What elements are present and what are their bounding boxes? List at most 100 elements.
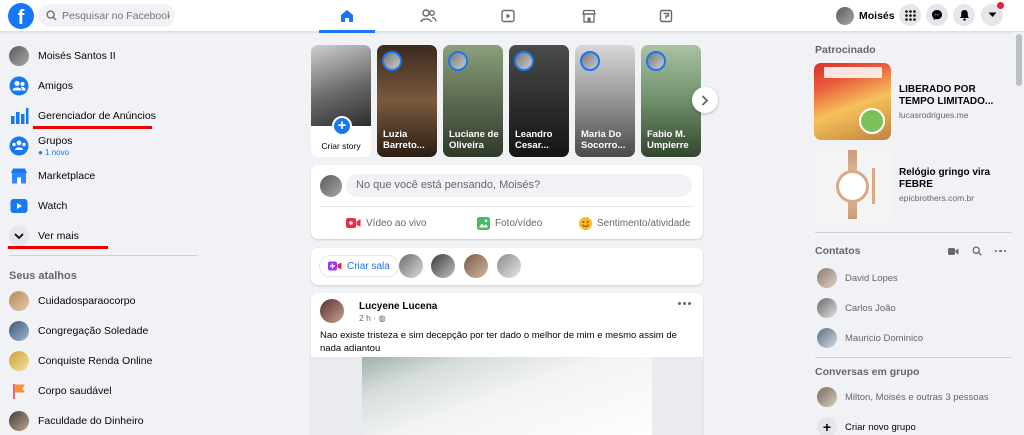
- story-avatar: [382, 51, 402, 71]
- contact-item[interactable]: David Lopes: [808, 263, 1018, 293]
- room-contact-avatar[interactable]: [464, 254, 488, 278]
- story-card[interactable]: Luciane de Oliveira: [443, 45, 503, 157]
- logo-letter: f: [17, 7, 25, 29]
- sidebar-item-label: Ver mais: [38, 230, 79, 242]
- room-contact-avatar[interactable]: [399, 254, 423, 278]
- search-input[interactable]: [62, 9, 170, 22]
- messenger-icon: [932, 10, 942, 20]
- ads-manager-icon: [9, 106, 29, 126]
- menu-button[interactable]: [899, 4, 921, 26]
- watch-clasp: [872, 168, 875, 204]
- shortcut-item[interactable]: Corpo saudável: [0, 376, 205, 406]
- contacts-actions: [947, 246, 1006, 256]
- stories-tray: + Criar story Luzia Barreto... Luciane d…: [311, 45, 703, 157]
- profile-chip[interactable]: Moisés: [836, 4, 895, 27]
- photo-icon: [477, 216, 490, 230]
- shortcut-label: Cuidadosparaocorpo: [38, 295, 136, 307]
- user-name: Moisés: [859, 9, 895, 22]
- shortcut-avatar: [9, 321, 29, 341]
- post-options-button[interactable]: [678, 302, 691, 305]
- post-timestamp[interactable]: 2 h · ◍: [359, 313, 386, 324]
- ad-item[interactable]: Relógio gringo vira FEBRE epicbrothers.c…: [808, 143, 1018, 226]
- ad-title: LIBERADO POR TEMPO LIMITADO...: [899, 83, 994, 107]
- avatar: [320, 175, 342, 197]
- smiley-icon: [579, 216, 592, 230]
- contact-item[interactable]: Carlos João: [808, 293, 1018, 323]
- shortcut-item[interactable]: Cuidadosparaocorpo: [0, 286, 205, 316]
- facebook-logo[interactable]: f: [8, 3, 34, 29]
- room-contact-avatar[interactable]: [431, 254, 455, 278]
- ad-item[interactable]: LIBERADO POR TEMPO LIMITADO... lucasrodr…: [808, 60, 1018, 143]
- tab-home[interactable]: [317, 0, 377, 33]
- ad-image: [814, 146, 891, 223]
- notifications-button[interactable]: [953, 4, 975, 26]
- more-icon[interactable]: [994, 249, 1006, 253]
- shortcut-item[interactable]: Conquiste Renda Online: [0, 346, 205, 376]
- shortcut-item[interactable]: Congregação Soledade: [0, 316, 205, 346]
- room-contact-avatar[interactable]: [497, 254, 521, 278]
- post-image[interactable]: [311, 357, 703, 435]
- messenger-button[interactable]: [926, 4, 948, 26]
- tab-marketplace[interactable]: [559, 0, 619, 32]
- contact-name: Mauricio Dominico: [845, 332, 924, 344]
- action-label: Vídeo ao vivo: [366, 217, 427, 229]
- post-text: Nao existe tristeza e sim decepção por t…: [320, 330, 677, 354]
- video-icon: [501, 9, 515, 23]
- group-avatar: [817, 387, 837, 407]
- post-composer: No que você está pensando, Moisés? Vídeo…: [311, 165, 703, 239]
- sidebar-item-label: Gerenciador de Anúncios: [38, 110, 156, 122]
- ad-image: [814, 63, 891, 140]
- more-icon: [678, 302, 691, 305]
- shortcut-label: Congregação Soledade: [38, 325, 149, 337]
- create-room-button[interactable]: Criar sala: [319, 255, 399, 277]
- shortcuts-title: Seus atalhos: [9, 270, 77, 282]
- chevron-down-icon: [9, 226, 29, 246]
- photo-video-button[interactable]: Foto/vídeo: [477, 213, 542, 233]
- create-story-card[interactable]: + Criar story: [311, 45, 371, 157]
- sidebar-item-profile[interactable]: Moisés Santos II: [0, 41, 205, 71]
- live-video-button[interactable]: Vídeo ao vivo: [346, 213, 427, 233]
- groups-icon: [9, 136, 29, 156]
- composer-input[interactable]: No que você está pensando, Moisés?: [346, 174, 692, 197]
- post-author-avatar[interactable]: [320, 299, 344, 323]
- avatar: [9, 46, 29, 66]
- account-button[interactable]: [981, 2, 1004, 26]
- sidebar-item-friends[interactable]: Amigos: [0, 71, 205, 101]
- friends-icon: [9, 76, 29, 96]
- feeling-activity-button[interactable]: Sentimento/atividade: [579, 213, 690, 233]
- sidebar-divider: [9, 255, 197, 256]
- ad-domain: epicbrothers.com.br: [899, 192, 975, 203]
- group-conversation-item[interactable]: Milton, Moisés e outras 3 pessoas: [808, 382, 1018, 412]
- story-name: Luzia Barreto...: [383, 129, 425, 151]
- stories-next-button[interactable]: [692, 87, 718, 113]
- right-scrollbar[interactable]: [1014, 32, 1024, 435]
- create-group-button[interactable]: + Criar novo grupo: [808, 412, 1018, 435]
- tab-watch[interactable]: [478, 0, 538, 32]
- post-author[interactable]: Lucyene Lucena: [359, 301, 437, 312]
- shortcut-avatar: [9, 411, 29, 431]
- scrollbar-thumb[interactable]: [1016, 34, 1022, 86]
- ad-banner: [824, 67, 882, 78]
- top-bar: f Moisés: [0, 0, 1024, 33]
- story-card[interactable]: Luzia Barreto...: [377, 45, 437, 157]
- sidebar-item-groups[interactable]: Grupos ● 1 novo: [0, 131, 205, 161]
- create-story-label: Criar story: [321, 141, 361, 151]
- sidebar-item-marketplace[interactable]: Marketplace: [0, 161, 205, 191]
- right-rail: Patrocinado LIBERADO POR TEMPO LIMITADO.…: [808, 40, 1018, 435]
- shortcut-item[interactable]: Faculdade do Dinheiro: [0, 406, 205, 435]
- right-divider: [815, 357, 1012, 358]
- shortcut-label: Faculdade do Dinheiro: [38, 415, 144, 427]
- new-badge: ● 1 novo: [38, 148, 70, 157]
- annotation-underline: [33, 126, 152, 129]
- sidebar-item-watch[interactable]: Watch: [0, 191, 205, 221]
- notification-dot: [997, 2, 1004, 9]
- contact-item[interactable]: Mauricio Dominico: [808, 323, 1018, 353]
- tab-gaming[interactable]: [636, 0, 696, 32]
- story-card[interactable]: Leandro Cesar...: [509, 45, 569, 157]
- tab-friends[interactable]: [398, 0, 458, 32]
- search-box[interactable]: [38, 4, 175, 27]
- search-icon[interactable]: [971, 246, 982, 256]
- chevron-right-icon: [701, 94, 709, 106]
- video-call-icon[interactable]: [947, 247, 959, 256]
- story-card[interactable]: Maria Do Socorro...: [575, 45, 635, 157]
